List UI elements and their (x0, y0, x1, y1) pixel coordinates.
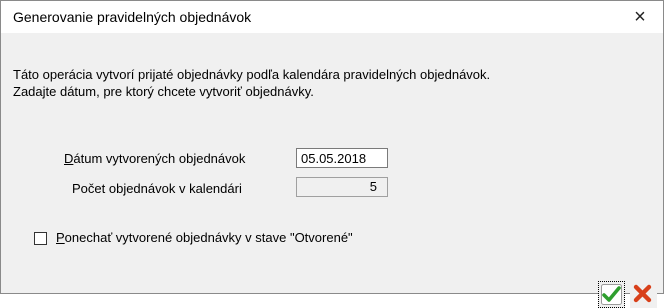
ok-button[interactable] (598, 281, 625, 308)
close-icon: × (634, 6, 646, 28)
date-label-mnemonic: D (64, 151, 74, 166)
date-label-text: átum vytvorených objednávok (73, 151, 246, 166)
description-line-2: Zadajte dátum, pre ktorý chcete vytvoriť… (13, 84, 314, 99)
dialog-content: Táto operácia vytvorí prijaté objednávky… (1, 33, 663, 308)
cancel-button[interactable] (630, 281, 657, 308)
keep-open-label[interactable]: Ponechať vytvorené objednávky v stave "O… (56, 230, 353, 245)
title-bar: Generovanie pravidelných objednávok × (1, 1, 663, 33)
date-label: Dátum vytvorených objednávok (64, 151, 245, 166)
description: Táto operácia vytvorí prijaté objednávky… (13, 66, 490, 100)
count-label: Počet objednávok v kalendári (72, 181, 242, 196)
dialog-title: Generovanie pravidelných objednávok (13, 9, 252, 25)
close-button[interactable]: × (627, 4, 653, 30)
dialog-window: Generovanie pravidelných objednávok × Tá… (0, 0, 664, 308)
keep-open-checkbox[interactable] (34, 232, 47, 245)
description-line-1: Táto operácia vytvorí prijaté objednávky… (13, 67, 491, 82)
count-value: 5 (296, 177, 388, 197)
keep-open-label-text: onechať vytvorené objednávky v stave "Ot… (64, 230, 353, 245)
green-check-icon (601, 284, 622, 305)
keep-open-label-mnemonic: P (56, 230, 65, 245)
date-input[interactable] (296, 148, 388, 168)
